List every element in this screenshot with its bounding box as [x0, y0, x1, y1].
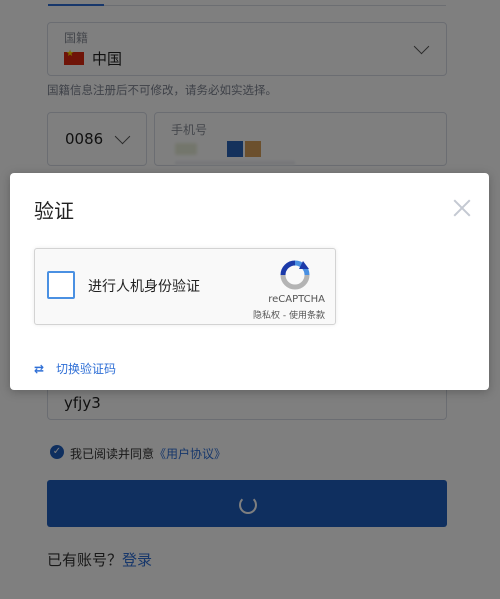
recaptcha-checkbox[interactable] [47, 271, 75, 299]
recaptcha-logo-icon [280, 260, 310, 290]
terms-separator: - [280, 311, 289, 321]
recaptcha-terms: 隐私权 - 使用条款 [253, 308, 325, 321]
recaptcha-widget: 进行人机身份验证 reCAPTCHA 隐私权 - 使用条款 [34, 248, 336, 325]
switch-captcha-button[interactable]: ⇄ 切换验证码 [34, 360, 116, 377]
recaptcha-label: 进行人机身份验证 [88, 279, 200, 295]
switch-arrows-icon: ⇄ [34, 362, 44, 376]
recaptcha-brand: reCAPTCHA [268, 294, 325, 305]
verification-dialog: 验证 进行人机身份验证 reCAPTCHA 隐私权 - 使用条款 ⇄ 切换验证码 [10, 173, 489, 390]
privacy-link[interactable]: 隐私权 [253, 311, 280, 321]
close-icon[interactable] [452, 198, 472, 218]
switch-captcha-label: 切换验证码 [56, 362, 117, 376]
terms-link[interactable]: 使用条款 [289, 311, 325, 321]
dialog-title: 验证 [34, 199, 74, 223]
